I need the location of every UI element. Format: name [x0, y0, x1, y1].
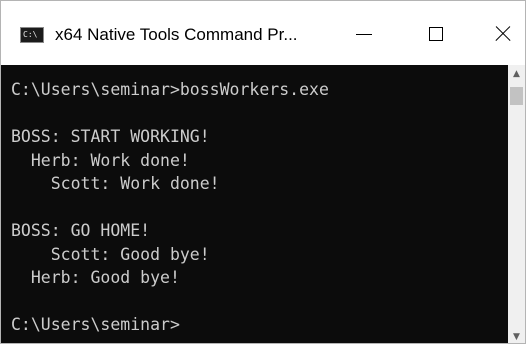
console-output[interactable]: C:\Users\seminar>bossWorkers.exe BOSS: S…: [1, 65, 508, 343]
console-line: Herb: Work done!: [11, 150, 190, 170]
console-line: Herb: Good bye!: [11, 268, 180, 287]
console-line: BOSS: GO HOME!: [11, 221, 151, 240]
scroll-down-button[interactable]: ▼: [508, 328, 525, 343]
console-window: C:\ x64 Native Tools Command Pr... C:\Us…: [0, 0, 526, 344]
title-bar[interactable]: C:\ x64 Native Tools Command Pr...: [1, 1, 525, 65]
console-line: Scott: Work done!: [11, 174, 220, 193]
close-button[interactable]: [479, 13, 525, 55]
console-line: C:\Users\seminar>bossWorkers.exe: [11, 80, 329, 99]
chevron-up-icon: ▲: [513, 68, 520, 79]
minimize-icon: [356, 33, 372, 35]
chevron-down-icon: ▼: [513, 331, 520, 342]
scroll-up-button[interactable]: ▲: [508, 65, 525, 82]
minimize-button[interactable]: [341, 13, 387, 55]
maximize-icon: [429, 27, 443, 41]
vertical-scrollbar[interactable]: ▲ ▼: [508, 65, 525, 343]
scrollbar-thumb[interactable]: [510, 87, 523, 105]
command-prompt-icon[interactable]: C:\: [20, 27, 44, 43]
maximize-button[interactable]: [413, 13, 459, 55]
window-title: x64 Native Tools Command Pr...: [55, 25, 298, 44]
command-prompt-line[interactable]: C:\Users\seminar>: [11, 313, 508, 337]
close-icon: [493, 25, 511, 43]
console-line: BOSS: START WORKING!: [11, 127, 210, 146]
console-line: Scott: Good bye!: [11, 244, 210, 264]
